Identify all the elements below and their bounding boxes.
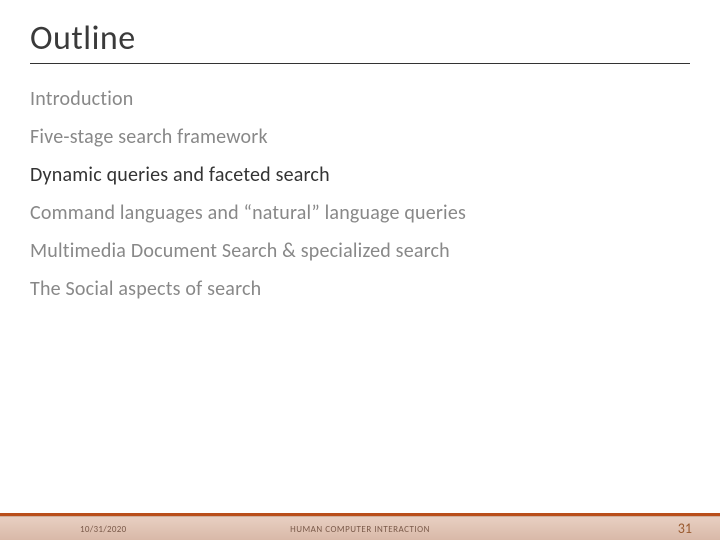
outline-list: Introduction Five-stage search framework… (30, 80, 690, 308)
outline-item-social-aspects: The Social aspects of search (30, 270, 690, 308)
outline-item-five-stage: Five-stage search framework (30, 118, 690, 156)
outline-item-multimedia: Multimedia Document Search & specialized… (30, 232, 690, 270)
footer-center-text: HUMAN COMPUTER INTERACTION (290, 524, 430, 535)
footer-bar: 10/31/2020 HUMAN COMPUTER INTERACTION 31 (0, 516, 720, 540)
footer-date: 10/31/2020 (80, 524, 126, 535)
footer-page-number: 31 (678, 520, 692, 537)
outline-item-introduction: Introduction (30, 80, 690, 118)
outline-item-command-languages: Command languages and “natural” language… (30, 194, 690, 232)
slide-title: Outline (30, 18, 690, 64)
slide: Outline Introduction Five-stage search f… (0, 0, 720, 540)
outline-item-dynamic-queries: Dynamic queries and faceted search (30, 156, 690, 194)
